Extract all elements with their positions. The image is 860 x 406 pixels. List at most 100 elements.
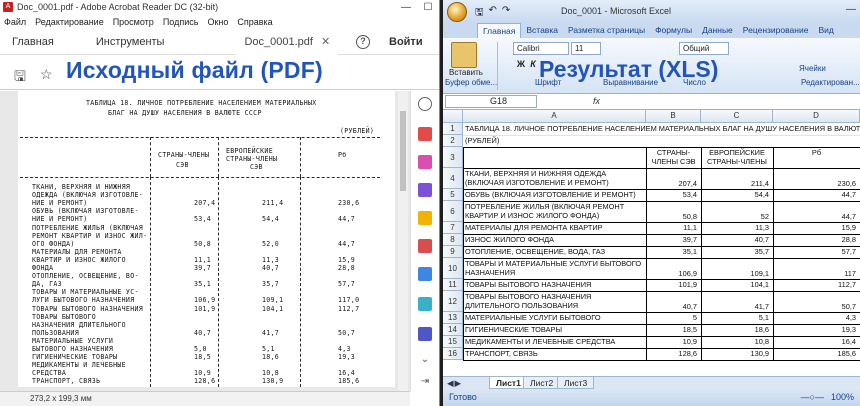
font-size-select[interactable]: 11 [571,42,601,55]
paste-button[interactable]: Вставить [449,68,483,77]
protect-icon[interactable] [418,327,432,341]
cell-c[interactable]: 211,4 [703,169,771,189]
paste-icon[interactable] [451,42,477,68]
office-button-icon[interactable] [447,2,467,22]
cell-d[interactable]: 4,3 [775,313,858,324]
cell-b[interactable]: 5 [648,313,699,324]
row-header[interactable]: 15 [443,336,463,348]
cell-b[interactable]: 11,1 [648,223,699,234]
redo-icon[interactable]: ↷ [502,5,510,22]
save-icon[interactable]: 🖫 [475,5,484,22]
cell-a[interactable]: ТОВАРЫ БЫТОВОГО НАЗНАЧЕНИЯ ДЛИТЕЛЬНОГО П… [465,292,644,312]
help-icon[interactable]: ? [356,35,370,49]
cell-a[interactable]: ТОВАРЫ БЫТОВОГО НАЗНАЧЕНИЯ [465,280,644,291]
cell-b[interactable]: 101,9 [648,280,699,291]
undo-icon[interactable]: ↶ [489,5,497,22]
create-pdf-icon[interactable] [418,155,432,169]
tab-data[interactable]: Данные [697,23,738,38]
cell-c[interactable]: 11,3 [703,223,771,234]
chevron-down-icon[interactable]: ⌄ [418,353,432,367]
cell-b[interactable]: 53,4 [648,190,699,201]
signin-button[interactable]: Войти [389,29,423,55]
zoom-slider[interactable]: —○— [801,389,824,405]
cell-b[interactable]: СТРАНЫ-ЧЛЕНЫ СЭВ [648,148,699,168]
row-header[interactable]: 5 [443,189,463,201]
minimize-icon[interactable]: — [395,2,417,13]
pdf-vertical-scrollbar[interactable] [398,91,408,391]
cell-d[interactable]: 19,3 [775,325,858,336]
cell-d[interactable]: 230,6 [775,169,858,189]
menu-sign[interactable]: Подпись [163,17,199,27]
cell-a[interactable]: ТКАНИ, ВЕРХНЯЯ И НИЖНЯЯ ОДЕЖДА (ВКЛЮЧАЯ … [465,169,644,189]
cell-a[interactable]: ТОВАРЫ И МАТЕРИАЛЬНЫЕ УСЛУГИ БЫТОВОГО НА… [465,259,644,279]
cell-b[interactable]: 35,1 [648,247,699,258]
cell-c[interactable]: ЕВРОПЕЙСКИЕ СТРАНЫ-ЧЛЕНЫ СЭВ [703,148,771,168]
menu-view[interactable]: Просмотр [113,17,154,27]
cell-a[interactable]: МАТЕРИАЛЫ ДЛЯ РЕМОНТА КВАРТИР [465,223,644,234]
row-header[interactable]: 2 [443,135,463,147]
cell-d[interactable]: 15,9 [775,223,858,234]
scroll-thumb[interactable] [400,111,406,191]
sheet-nav-icons[interactable]: ◀▶ [447,378,462,389]
zoom-level[interactable]: 100% [831,389,854,405]
bookmark-star-icon[interactable]: ☆ [40,66,53,83]
cell-a[interactable]: ОТОПЛЕНИЕ, ОСВЕЩЕНИЕ, ВОДА, ГАЗ [465,247,644,258]
row-header[interactable]: 10 [443,258,463,279]
tab-home[interactable]: Главная [0,29,66,55]
cell-a[interactable]: ТАБЛИЦА 18. ЛИЧНОЕ ПОТРЕБЛЕНИЕ НАСЕЛЕНИЕ… [465,124,860,135]
tab-insert[interactable]: Вставка [521,23,563,38]
cell-c[interactable]: 10,8 [703,337,771,348]
organize-pages-icon[interactable] [418,267,432,281]
row-header[interactable]: 1 [443,123,463,135]
row-header[interactable]: 16 [443,348,463,360]
menu-file[interactable]: Файл [4,17,26,27]
save-icon[interactable]: 🖫 [14,66,26,90]
sheet-tab-1[interactable]: Лист1 [489,377,528,389]
menu-edit[interactable]: Редактирование [35,17,104,27]
font-name-select[interactable]: Calibri [513,42,569,55]
cell-d[interactable]: 57,7 [775,247,858,258]
cell-c[interactable]: 41,7 [703,292,771,312]
fx-icon[interactable]: fx [593,96,600,106]
cell-d[interactable]: 16,4 [775,337,858,348]
cell-c[interactable]: 35,7 [703,247,771,258]
close-tab-icon[interactable]: ✕ [321,36,330,48]
name-box[interactable]: G18 [445,95,537,108]
collapse-pane-icon[interactable]: ⇥ [418,375,432,389]
cell-d[interactable]: 117 [775,259,858,279]
row-header[interactable]: 11 [443,279,463,291]
tab-page-layout[interactable]: Разметка страницы [563,23,650,38]
menu-help[interactable]: Справка [237,17,272,27]
cell-c[interactable]: 52 [703,202,771,222]
cell-a[interactable]: ОБУВЬ (ВКЛЮЧАЯ ИЗГОТОВЛЕНИЕ И РЕМОНТ) [465,190,644,201]
tab-home[interactable]: Главная [477,23,522,38]
column-header[interactable]: A [463,110,646,123]
tab-view[interactable]: Вид [813,23,838,38]
row-header[interactable]: 3 [443,147,463,168]
minimize-icon[interactable]: — [846,4,856,15]
row-header[interactable]: 7 [443,222,463,234]
tab-tools[interactable]: Инструменты [84,29,177,55]
cell-d[interactable]: 44,7 [775,190,858,201]
cell-b[interactable]: 207,4 [648,169,699,189]
cell-d[interactable]: 44,7 [775,202,858,222]
sheet-tab-2[interactable]: Лист2 [523,377,561,389]
cell-c[interactable]: 109,1 [703,259,771,279]
combine-files-icon[interactable] [418,239,432,253]
cell-d[interactable]: 28,8 [775,235,858,246]
cell-a[interactable]: ПОТРЕБЛЕНИЕ ЖИЛЬЯ (ВКЛЮЧАЯ РЕМОНТ КВАРТИ… [465,202,644,222]
cell-c[interactable]: 54,4 [703,190,771,201]
sheet-tab-3[interactable]: Лист3 [557,377,595,389]
cells-button[interactable]: Ячейки [799,64,826,73]
menu-window[interactable]: Окно [207,17,228,27]
cell-d[interactable]: 50,7 [775,292,858,312]
worksheet-grid[interactable]: A B C D 1 ТАБЛИЦА 18. ЛИЧНОЕ ПОТРЕБЛЕНИЕ НАСЕ… [443,110,860,376]
row-header[interactable]: 13 [443,312,463,324]
cell-b[interactable]: 106,9 [648,259,699,279]
cell-c[interactable]: 5,1 [703,313,771,324]
cell-a[interactable]: ГИГИЕНИЧЕСКИЕ ТОВАРЫ [465,325,644,336]
maximize-icon[interactable]: ☐ [417,2,439,13]
italic-icon[interactable]: К [527,58,539,70]
cell-a[interactable]: ТРАНСПОРТ, СВЯЗЬ [465,349,644,360]
row-header[interactable]: 12 [443,291,463,312]
